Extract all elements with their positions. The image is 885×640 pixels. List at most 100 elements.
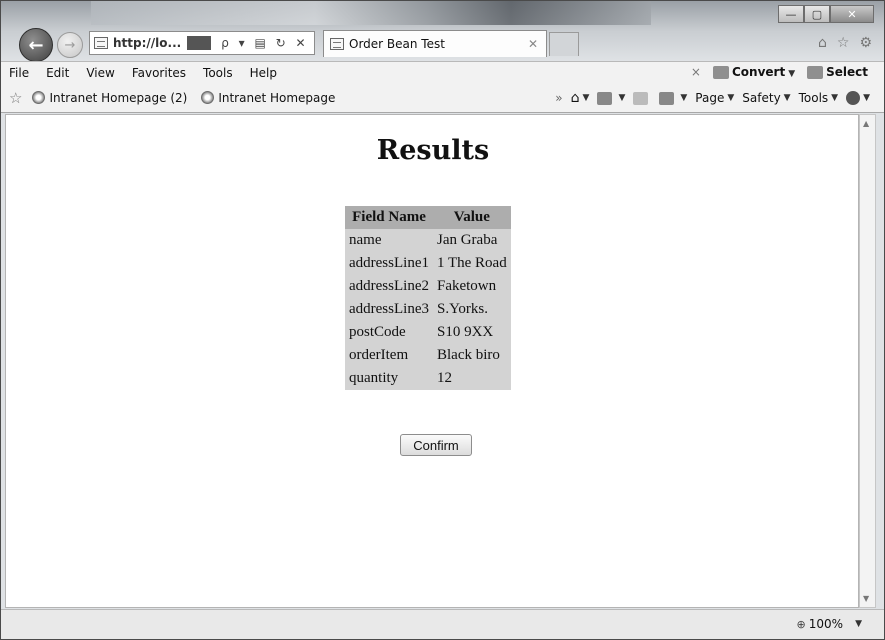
table-row: addressLine3 S.Yorks. — [345, 298, 511, 321]
scroll-up-icon[interactable]: ▲ — [863, 119, 869, 128]
table-row: postCode S10 9XX — [345, 321, 511, 344]
menu-bar: File Edit View Favorites Tools Help × Co… — [1, 61, 884, 83]
results-table: Field Name Value name Jan Graba addressL… — [345, 206, 511, 390]
home-button[interactable]: ⌂ ▼ — [571, 90, 590, 106]
select-icon — [807, 66, 824, 79]
table-row: name Jan Graba — [345, 229, 511, 252]
forward-button[interactable]: → — [57, 32, 83, 58]
intranet-icon — [32, 91, 46, 104]
page-content: Results Field Name Value name Jan Graba … — [5, 114, 859, 608]
table-row: orderItem Black biro — [345, 344, 511, 367]
chevron-down-icon: ▼ — [863, 93, 870, 103]
gear-icon[interactable]: ⚙ — [859, 35, 872, 51]
table-row: addressLine2 Faketown — [345, 275, 511, 298]
select-button[interactable]: Select — [807, 65, 868, 79]
chevron-down-icon: ▼ — [680, 93, 688, 103]
page-menu[interactable]: Page ▼ — [695, 91, 734, 105]
scroll-down-icon[interactable]: ▼ — [863, 594, 869, 603]
overflow-chevron-icon[interactable]: » — [555, 91, 562, 105]
close-window-button[interactable]: ✕ — [830, 5, 874, 23]
field-value-cell: S10 9XX — [436, 324, 494, 340]
field-value-cell: Faketown — [436, 278, 497, 294]
table-header-row: Field Name Value — [345, 206, 511, 229]
chevron-down-icon: ▼ — [727, 93, 735, 103]
address-tools[interactable]: ρ ▾ ▤ ↻ ✕ — [221, 36, 308, 50]
feeds-icon — [597, 91, 613, 105]
favorite-intranet-homepage[interactable]: Intranet Homepage — [201, 91, 335, 105]
page-icon — [330, 38, 344, 50]
field-value-cell: S.Yorks. — [436, 301, 488, 317]
tab-close-icon[interactable]: ✕ — [528, 37, 538, 51]
convert-icon — [712, 66, 729, 79]
title-bar-background — [91, 1, 651, 25]
title-bar: ← → http://lo... ρ ▾ ▤ ↻ ✕ Order Bean Te… — [1, 1, 884, 62]
home-icon: ⌂ — [570, 90, 580, 106]
maximize-button[interactable]: ▢ — [804, 5, 830, 23]
zoom-control[interactable]: ⊕ 100% ▼ — [797, 617, 862, 631]
table-row: addressLine1 1 The Road — [345, 252, 511, 275]
page-menu-label: Page — [695, 91, 725, 105]
command-bar: » ⌂ ▼ ▼ ▼ Page ▼ Safety ▼ Tools ▼ ▼ — [555, 90, 870, 106]
site-icon — [187, 36, 212, 50]
vertical-scrollbar[interactable]: ▲ ▼ — [859, 114, 876, 608]
zoom-level: 100% — [808, 617, 844, 631]
field-name-cell: addressLine2 — [349, 278, 429, 294]
browser-window: ← → http://lo... ρ ▾ ▤ ↻ ✕ Order Bean Te… — [0, 0, 885, 640]
field-name-cell: orderItem — [349, 347, 409, 363]
print-button[interactable]: ▼ — [659, 91, 688, 105]
mail-icon — [633, 91, 649, 105]
window-controls: — ▢ ✕ — [778, 5, 874, 23]
menu-favorites[interactable]: Favorites — [132, 66, 186, 80]
menu-tools[interactable]: Tools — [203, 66, 233, 80]
field-value-cell: Black biro — [436, 347, 500, 363]
field-value-cell: 1 The Road — [436, 255, 507, 271]
field-name-cell: addressLine1 — [349, 255, 429, 271]
favorite-label: Intranet Homepage (2) — [49, 90, 188, 105]
chevron-down-icon: ▼ — [582, 93, 590, 103]
print-icon — [659, 91, 675, 105]
tab-order-bean-test[interactable]: Order Bean Test ✕ — [323, 30, 547, 57]
arrow-left-icon: ← — [28, 34, 44, 56]
column-header-field-name: Field Name — [345, 206, 433, 229]
field-name-cell: postCode — [349, 324, 406, 340]
mail-button[interactable] — [633, 91, 651, 105]
favorites-add-icon[interactable]: ☆ — [9, 89, 22, 107]
tools-menu-label: Tools — [798, 91, 829, 105]
tools-menu[interactable]: Tools ▼ — [799, 91, 838, 105]
new-tab-button[interactable] — [549, 32, 579, 56]
convert-button[interactable]: Convert ▼ — [712, 65, 796, 79]
column-header-value: Value — [432, 206, 511, 229]
help-button[interactable]: ▼ — [846, 91, 870, 105]
confirm-button[interactable]: Confirm — [400, 434, 472, 456]
zoom-icon: ⊕ — [796, 617, 806, 631]
intranet-icon — [201, 91, 215, 104]
chevron-down-icon: ▼ — [788, 69, 796, 79]
safety-menu[interactable]: Safety ▼ — [742, 91, 790, 105]
menu-help[interactable]: Help — [250, 66, 277, 80]
tab-title: Order Bean Test — [349, 37, 445, 51]
browser-icons: ⌂ ☆ ⚙ — [818, 35, 872, 51]
select-label: Select — [826, 65, 868, 79]
menu-file[interactable]: File — [9, 66, 29, 80]
field-name-cell: quantity — [349, 370, 399, 386]
favorite-intranet-homepage-2[interactable]: Intranet Homepage (2) — [32, 91, 187, 105]
favorite-label: Intranet Homepage — [218, 90, 336, 105]
home-icon[interactable]: ⌂ — [818, 35, 827, 51]
menu-view[interactable]: View — [86, 66, 114, 80]
field-value-cell: 12 — [436, 370, 452, 386]
address-bar[interactable]: http://lo... ρ ▾ ▤ ↻ ✕ — [89, 31, 315, 55]
close-toolbar-icon[interactable]: × — [691, 65, 701, 79]
feeds-button[interactable]: ▼ — [597, 91, 625, 105]
address-url[interactable]: http://lo... — [113, 36, 181, 50]
field-name-cell: name — [349, 232, 382, 248]
favorites-bar: ☆ Intranet Homepage (2) Intranet Homepag… — [1, 83, 884, 113]
table-row: quantity 12 — [345, 367, 511, 390]
favorites-star-icon[interactable]: ☆ — [837, 35, 850, 51]
convert-label: Convert — [731, 65, 786, 79]
menu-edit[interactable]: Edit — [46, 66, 69, 80]
arrow-right-icon: → — [64, 37, 76, 53]
back-button[interactable]: ← — [19, 28, 53, 62]
minimize-button[interactable]: — — [778, 5, 804, 23]
help-icon — [846, 91, 861, 105]
field-value-cell: Jan Graba — [436, 232, 498, 248]
